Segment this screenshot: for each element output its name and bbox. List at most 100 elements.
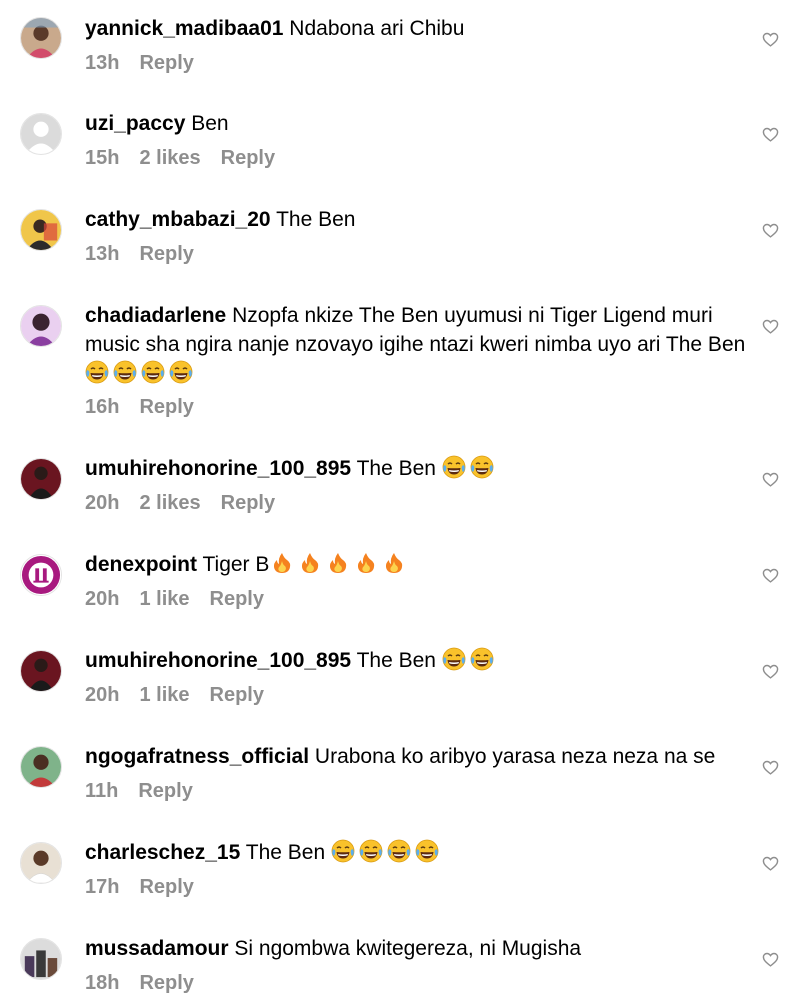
like-heart-icon[interactable]: [762, 855, 779, 872]
comment-time: 20h: [85, 684, 120, 706]
likes-count[interactable]: 2 likes: [139, 147, 200, 169]
user-avatar[interactable]: [20, 113, 62, 155]
comment-username[interactable]: chadiadarlene: [85, 304, 226, 327]
brand-logo-avatar-icon: [21, 555, 61, 595]
reply-button[interactable]: Reply: [139, 972, 193, 994]
comment-username[interactable]: ngogafratness_official: [85, 745, 309, 768]
likes-count[interactable]: 1 like: [139, 684, 189, 706]
like-heart-icon[interactable]: [762, 31, 779, 48]
fire-emoji-icon: [354, 551, 378, 575]
laughing-tears-emoji-icon: [415, 839, 439, 863]
avatar-photo-icon: [21, 210, 61, 250]
comment-time: 18h: [85, 972, 120, 994]
like-heart-icon[interactable]: [762, 951, 779, 968]
comment-text: umuhirehonorine_100_895 The Ben: [85, 454, 757, 483]
user-avatar[interactable]: [20, 305, 62, 347]
avatar-photo-icon: [21, 651, 61, 691]
like-heart-icon[interactable]: [762, 126, 779, 143]
comment-body: Ben: [191, 112, 229, 135]
avatar-photo-icon: [21, 843, 61, 883]
laughing-tears-emoji-icon: [85, 360, 109, 384]
reply-button[interactable]: Reply: [139, 876, 193, 898]
laughing-tears-emoji-icon: [442, 455, 466, 479]
like-heart-icon[interactable]: [762, 759, 779, 776]
comment-time: 15h: [85, 147, 120, 169]
comment-meta: 20h 1 like Reply: [85, 588, 284, 611]
comment-meta: 18h Reply: [85, 972, 214, 995]
avatar-photo-icon: [21, 18, 61, 58]
laughing-tears-emoji-icon: [442, 647, 466, 671]
comment-time: 13h: [85, 243, 120, 265]
comment-meta: 13h Reply: [85, 243, 214, 266]
avatar-photo-icon: [21, 747, 61, 787]
comment-time: 16h: [85, 396, 120, 418]
comment-text: charleschez_15 The Ben: [85, 838, 757, 867]
fire-emoji-icon: [298, 551, 322, 575]
likes-count[interactable]: 2 likes: [139, 492, 200, 514]
reply-button[interactable]: Reply: [221, 147, 275, 169]
comment-text: cathy_mbabazi_20 The Ben: [85, 205, 757, 234]
default-avatar-icon: [21, 114, 61, 154]
fire-emoji-icon: [270, 551, 294, 575]
comment-text: uzi_paccy Ben: [85, 109, 757, 138]
reply-button[interactable]: Reply: [210, 588, 264, 610]
like-heart-icon[interactable]: [762, 222, 779, 239]
user-avatar[interactable]: [20, 458, 62, 500]
comment-text: yannick_madibaa01 Ndabona ari Chibu: [85, 14, 757, 43]
reply-button[interactable]: Reply: [139, 243, 193, 265]
laughing-tears-emoji-icon: [359, 839, 383, 863]
comment-time: 17h: [85, 876, 120, 898]
laughing-tears-emoji-icon: [387, 839, 411, 863]
comment-body: The Ben: [245, 841, 326, 864]
reply-button[interactable]: Reply: [221, 492, 275, 514]
comment-username[interactable]: umuhirehonorine_100_895: [85, 457, 351, 480]
comment-username[interactable]: yannick_madibaa01: [85, 17, 283, 40]
comment-body: Ndabona ari Chibu: [289, 17, 465, 40]
reply-button[interactable]: Reply: [138, 780, 192, 802]
comment-meta: 20h 1 like Reply: [85, 684, 284, 707]
laughing-tears-emoji-icon: [113, 360, 137, 384]
comment-body: Si ngombwa kwitegereza, ni Mugisha: [234, 937, 582, 960]
fire-emoji-icon: [382, 551, 406, 575]
comment-time: 20h: [85, 492, 120, 514]
laughing-tears-emoji-icon: [141, 360, 165, 384]
comment-username[interactable]: mussadamour: [85, 937, 229, 960]
comment-username[interactable]: umuhirehonorine_100_895: [85, 649, 351, 672]
reply-button[interactable]: Reply: [210, 684, 264, 706]
comment-text: ngogafratness_official Urabona ko aribyo…: [85, 742, 757, 771]
comment-body: The Ben: [276, 208, 356, 231]
comment-body: Urabona ko aribyo yarasa neza neza na se: [314, 745, 716, 768]
like-heart-icon[interactable]: [762, 471, 779, 488]
comment-body: Tiger B: [202, 553, 270, 576]
like-heart-icon[interactable]: [762, 318, 779, 335]
user-avatar[interactable]: [20, 650, 62, 692]
comment-body: The Ben: [356, 457, 436, 480]
laughing-tears-emoji-icon: [470, 647, 494, 671]
avatar-photo-icon: [21, 459, 61, 499]
avatar-photo-icon: [21, 306, 61, 346]
user-avatar[interactable]: [20, 746, 62, 788]
user-avatar[interactable]: [20, 554, 62, 596]
like-heart-icon[interactable]: [762, 663, 779, 680]
comment-meta: 20h 2 likes Reply: [85, 492, 295, 515]
comment-text: umuhirehonorine_100_895 The Ben: [85, 646, 757, 675]
comment-time: 20h: [85, 588, 120, 610]
comment-username[interactable]: denexpoint: [85, 553, 197, 576]
comment-text: mussadamour Si ngombwa kwitegereza, ni M…: [85, 934, 757, 963]
comment-meta: 11h Reply: [85, 780, 213, 803]
like-heart-icon[interactable]: [762, 567, 779, 584]
user-avatar[interactable]: [20, 938, 62, 980]
likes-count[interactable]: 1 like: [139, 588, 189, 610]
comment-text: denexpoint Tiger B: [85, 550, 757, 579]
user-avatar[interactable]: [20, 842, 62, 884]
comment-time: 13h: [85, 52, 120, 74]
comment-username[interactable]: charleschez_15: [85, 841, 240, 864]
avatar-photo-icon: [21, 939, 61, 979]
user-avatar[interactable]: [20, 209, 62, 251]
comment-username[interactable]: uzi_paccy: [85, 112, 185, 135]
reply-button[interactable]: Reply: [139, 52, 193, 74]
reply-button[interactable]: Reply: [139, 396, 193, 418]
comment-list: yannick_madibaa01 Ndabona ari Chibu 13h R…: [0, 0, 800, 994]
user-avatar[interactable]: [20, 17, 62, 59]
comment-username[interactable]: cathy_mbabazi_20: [85, 208, 271, 231]
